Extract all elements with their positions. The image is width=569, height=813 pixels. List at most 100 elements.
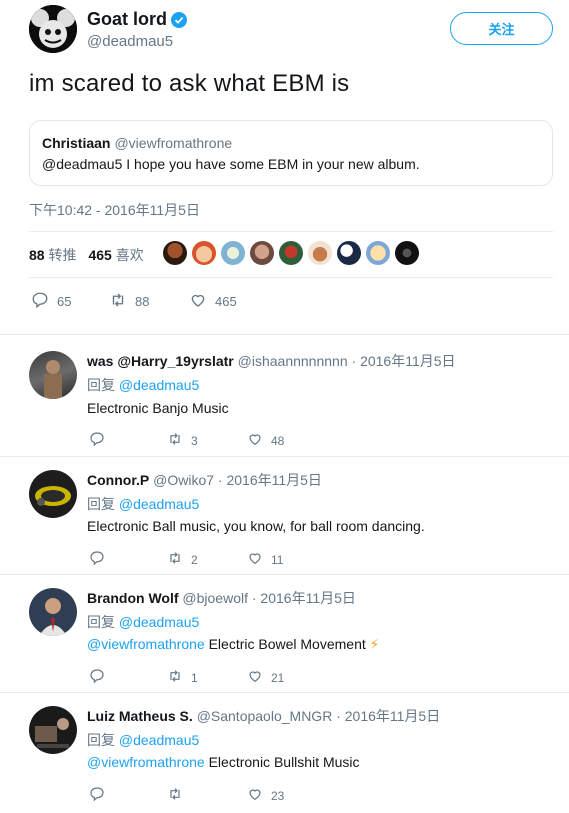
retweet-icon [167, 786, 183, 805]
author-avatar[interactable] [29, 5, 77, 53]
reply-text: @viewfromathrone Electric Bowel Movement… [87, 636, 380, 653]
reply-icon [89, 550, 105, 569]
reply-body: Electronic Banjo Music [87, 400, 229, 416]
liker-avatar[interactable] [250, 241, 274, 265]
reply-date[interactable]: · 2016年11月5日 [336, 708, 440, 724]
reply-to-line: 回复 @deadmau5 [87, 612, 199, 632]
reply-to-label: 回复 [87, 614, 115, 630]
reply-author-handle[interactable]: @bjoewolf [182, 590, 248, 606]
reply-button[interactable]: 65 [31, 291, 109, 312]
retweet-button[interactable]: 2 [167, 550, 247, 569]
divider [29, 277, 553, 278]
reply-author-handle[interactable]: @Owiko7 [153, 472, 214, 488]
reply-actions: 1 21 [89, 668, 284, 687]
reply-to-mention[interactable]: @deadmau5 [119, 614, 199, 630]
liker-avatar[interactable] [308, 241, 332, 265]
reply-avatar[interactable] [29, 351, 77, 399]
reply-avatar[interactable] [29, 470, 77, 518]
like-count: 48 [271, 433, 285, 448]
reply-text: Electronic Banjo Music [87, 400, 229, 416]
reply-to-label: 回复 [87, 732, 115, 748]
reply-button[interactable] [89, 786, 167, 805]
reply-date[interactable]: · 2016年11月5日 [218, 472, 322, 488]
liker-avatar[interactable] [337, 241, 361, 265]
reply-body: Electric Bowel Movement [204, 636, 366, 652]
reply-avatar[interactable] [29, 588, 77, 636]
quoted-author: Christiaan @viewfromathrone [42, 135, 232, 151]
reply-author-handle[interactable]: @Santopaolo_MNGR [197, 708, 333, 724]
like-button[interactable]: 23 [247, 786, 284, 805]
reply-button[interactable] [89, 668, 167, 687]
reply-body: Electronic Ball music, you know, for bal… [87, 518, 425, 534]
reply-body-mention[interactable]: @viewfromathrone [87, 636, 205, 652]
retweet-button[interactable]: 3 [167, 431, 247, 450]
reply-to-line: 回复 @deadmau5 [87, 494, 199, 514]
reply-item[interactable]: Brandon Wolf @bjoewolf · 2016年11月5日 回复 @… [0, 574, 569, 692]
heart-icon [247, 550, 263, 569]
reply-header: was @Harry_19yrslatr @ishaannnnnnnn · 20… [87, 351, 456, 371]
retweet-icon [167, 550, 183, 569]
heart-icon [189, 291, 207, 312]
quoted-author-handle: @viewfromathrone [114, 135, 233, 151]
follow-button[interactable]: 关注 [450, 12, 553, 45]
reply-avatar[interactable] [29, 706, 77, 754]
author-handle[interactable]: @deadmau5 [87, 33, 173, 50]
quoted-author-name: Christiaan [42, 135, 111, 151]
reply-to-label: 回复 [87, 496, 115, 512]
liker-avatar[interactable] [366, 241, 390, 265]
reply-to-mention[interactable]: @deadmau5 [119, 377, 199, 393]
like-button[interactable]: 21 [247, 668, 284, 687]
reply-actions: 23 [89, 786, 284, 805]
reply-author-name[interactable]: Brandon Wolf [87, 590, 179, 606]
reply-header: Brandon Wolf @bjoewolf · 2016年11月5日 [87, 588, 356, 608]
retweet-count: 2 [191, 552, 198, 567]
author-name[interactable]: Goat lord [87, 9, 167, 30]
reply-to-label: 回复 [87, 377, 115, 393]
like-button[interactable]: 48 [247, 431, 284, 450]
reply-author-name[interactable]: was @Harry_19yrslatr [87, 353, 234, 369]
like-button[interactable]: 11 [247, 550, 283, 569]
reply-button[interactable] [89, 431, 167, 450]
heart-icon [247, 786, 263, 805]
reply-icon [31, 291, 49, 312]
like-button[interactable]: 465 [189, 291, 237, 312]
reply-actions: 2 11 [89, 550, 283, 569]
retweet-icon [109, 291, 127, 312]
reply-to-line: 回复 @deadmau5 [87, 375, 199, 395]
reply-button[interactable] [89, 550, 167, 569]
retweet-button[interactable]: 1 [167, 668, 247, 687]
reply-author-name[interactable]: Connor.P [87, 472, 149, 488]
liker-avatar[interactable] [395, 241, 419, 265]
reply-author-name[interactable]: Luiz Matheus S. [87, 708, 193, 724]
reply-to-mention[interactable]: @deadmau5 [119, 732, 199, 748]
reply-item[interactable]: Connor.P @Owiko7 · 2016年11月5日 回复 @deadma… [0, 456, 569, 574]
likes-stat[interactable]: 465 喜欢 [88, 245, 143, 265]
like-count: 23 [271, 788, 285, 803]
tweet-text: im scared to ask what EBM is [29, 70, 350, 97]
retweet-icon [167, 431, 183, 450]
heart-icon [247, 668, 263, 687]
retweet-button[interactable] [167, 786, 247, 805]
liker-avatar[interactable] [221, 241, 245, 265]
reply-icon [89, 431, 105, 450]
reply-item[interactable]: Luiz Matheus S. @Santopaolo_MNGR · 2016年… [0, 692, 569, 813]
liker-avatar[interactable] [163, 241, 187, 265]
reply-to-line: 回复 @deadmau5 [87, 730, 199, 750]
reply-count: 65 [57, 294, 72, 309]
reply-item[interactable]: was @Harry_19yrslatr @ishaannnnnnnn · 20… [0, 334, 569, 456]
reply-author-handle[interactable]: @ishaannnnnnnn [238, 353, 348, 369]
tweet-stats: 88 转推 465 喜欢 [29, 245, 144, 265]
author-name-row[interactable]: Goat lord [87, 9, 187, 30]
liker-avatar[interactable] [279, 241, 303, 265]
quoted-tweet[interactable]: Christiaan @viewfromathrone @deadmau5 I h… [29, 120, 553, 186]
like-count: 465 [215, 294, 237, 309]
retweets-stat[interactable]: 88 转推 [29, 245, 76, 265]
reply-header: Connor.P @Owiko7 · 2016年11月5日 [87, 470, 322, 490]
reply-body-mention[interactable]: @viewfromathrone [87, 754, 205, 770]
reply-date[interactable]: · 2016年11月5日 [252, 590, 356, 606]
liker-avatar[interactable] [192, 241, 216, 265]
reply-date[interactable]: · 2016年11月5日 [352, 353, 456, 369]
reply-to-mention[interactable]: @deadmau5 [119, 496, 199, 512]
tweet-timestamp[interactable]: 下午10:42 - 2016年11月5日 [29, 200, 200, 220]
retweet-button[interactable]: 88 [109, 291, 189, 312]
